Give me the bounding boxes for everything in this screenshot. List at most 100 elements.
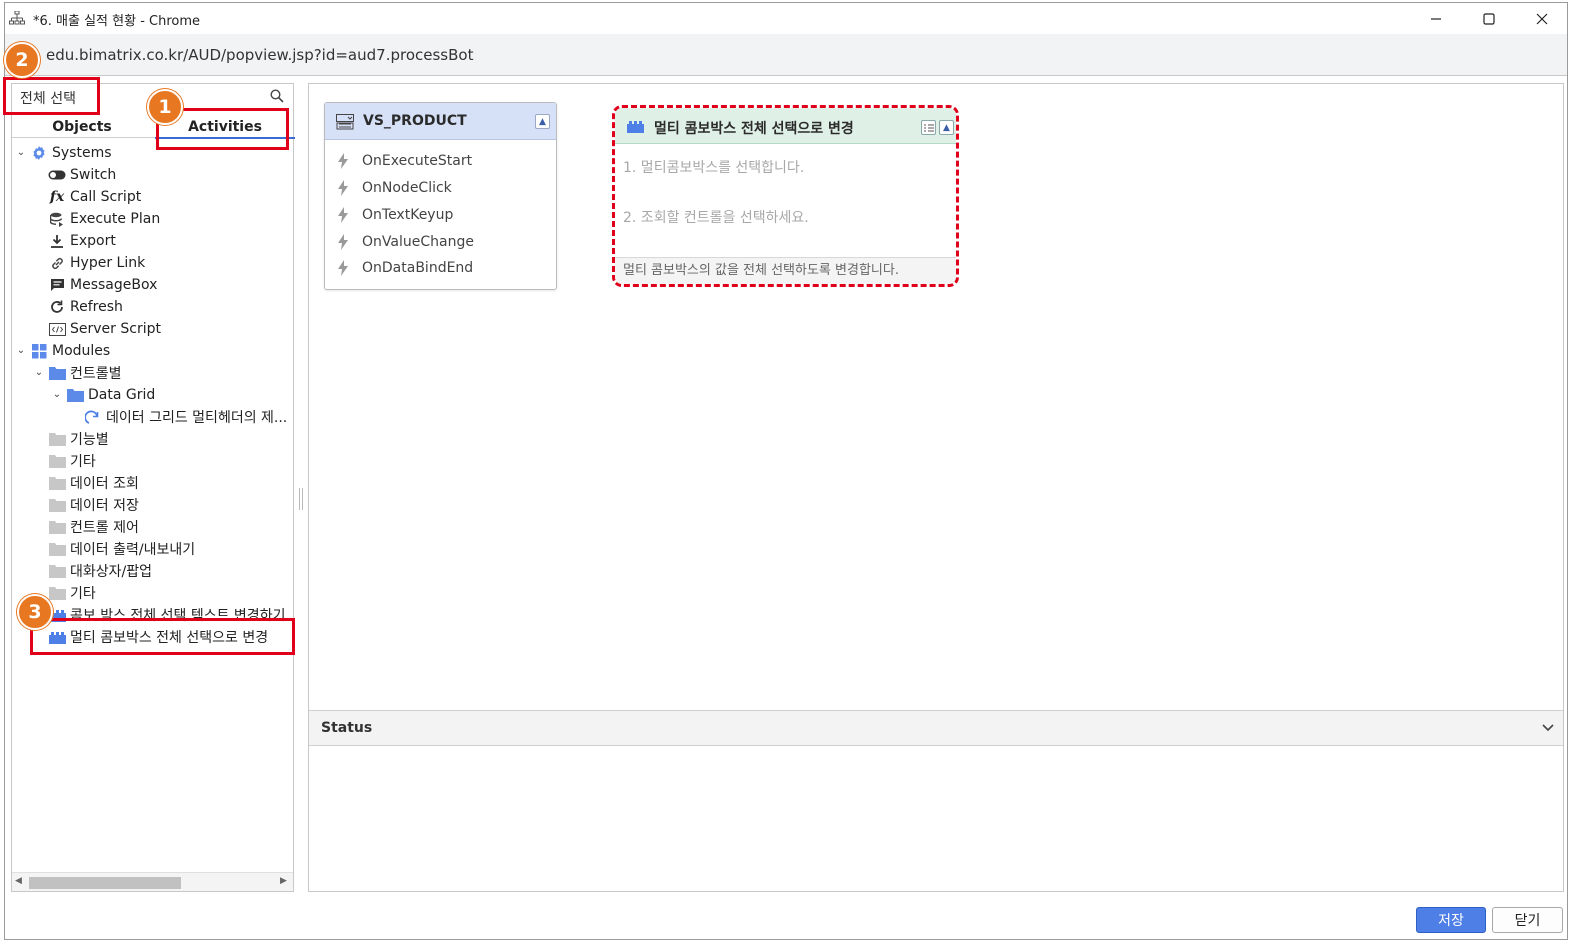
list-icon[interactable] (921, 120, 936, 135)
toggle-icon (48, 167, 66, 183)
folder-icon (66, 387, 84, 403)
event-on-data-bind-end[interactable]: OnDataBindEnd (337, 257, 473, 279)
tree-node-label: Modules (52, 343, 111, 359)
tree-folder-data-save[interactable]: 데이터 저장 (48, 494, 139, 516)
tree-item-export[interactable]: Export (48, 230, 116, 252)
horizontal-scrollbar[interactable]: ◀ ▶ (12, 872, 293, 891)
tree-item-label: Call Script (70, 189, 142, 205)
maximize-button[interactable] (1464, 3, 1514, 34)
tree-folder-label: 컨트롤별 (70, 366, 122, 382)
folder-icon (48, 563, 66, 579)
tree-folder-data-grid[interactable]: Data Grid (66, 384, 155, 406)
sitemap-icon (9, 10, 25, 29)
folder-icon (48, 365, 66, 381)
function-icon: fx (49, 189, 65, 205)
lightning-icon (337, 153, 351, 169)
close-button[interactable]: 닫기 (1492, 907, 1563, 933)
tree-item-label: Execute Plan (70, 211, 161, 227)
chevron-down-icon[interactable]: ⌄ (15, 147, 27, 158)
scroll-right-icon[interactable]: ▶ (280, 876, 287, 886)
search-icon[interactable] (270, 89, 284, 107)
close-window-button[interactable] (1517, 3, 1567, 34)
activity-node-multi-combo[interactable]: 멀티 콤보박스 전체 선택으로 변경 ▲ 1. 멀티콤보박스를 선택합니다. 2… (612, 105, 959, 287)
lightning-icon (337, 180, 351, 196)
panel-splitter[interactable] (299, 488, 303, 510)
process-canvas: VS_PRODUCT ▲ OnExecuteStart OnNodeClick … (308, 83, 1564, 892)
folder-icon (48, 541, 66, 557)
node-header: VS_PRODUCT ▲ (325, 103, 556, 140)
tree-folder-data-export[interactable]: 데이터 출력/내보내기 (48, 538, 195, 560)
tree-node-modules[interactable]: Modules (30, 340, 110, 362)
node-title: VS_PRODUCT (363, 113, 467, 129)
vs-product-node[interactable]: VS_PRODUCT ▲ OnExecuteStart OnNodeClick … (324, 102, 557, 290)
tree-folder-control[interactable]: 컨트롤 제어 (48, 516, 139, 538)
tree-folder-data-query[interactable]: 데이터 조회 (48, 472, 139, 494)
tree-item-label: 데이터 그리드 멀티헤더의 제... (106, 410, 288, 426)
collapse-icon[interactable]: ▲ (535, 114, 550, 129)
folder-icon (48, 453, 66, 469)
lightning-icon (337, 207, 351, 223)
tree-item-server-script[interactable]: Server Script (48, 318, 161, 340)
tree-folder-dialog[interactable]: 대화상자/팝업 (48, 560, 152, 582)
annotation-box-search (3, 77, 100, 115)
tree-item-messagebox[interactable]: MessageBox (48, 274, 157, 296)
tree-folder-etc-2[interactable]: 기타 (48, 582, 96, 604)
tree-item-data-grid-multiheader[interactable]: 데이터 그리드 멀티헤더의 제... (84, 406, 287, 428)
chevron-down-icon[interactable] (1541, 720, 1555, 738)
tree-folder-function[interactable]: 기능별 (48, 428, 109, 450)
annotation-badge-2: 2 (4, 42, 40, 78)
message-icon (48, 277, 66, 293)
event-label: OnTextKeyup (362, 207, 454, 223)
folder-icon (48, 585, 66, 601)
annotation-box-selected-item (30, 618, 295, 655)
gear-icon (30, 145, 48, 161)
chevron-down-icon[interactable]: ⌄ (51, 389, 63, 400)
tree-folder-etc[interactable]: 기타 (48, 450, 96, 472)
tree-item-label: Refresh (70, 299, 123, 315)
code-icon (48, 321, 66, 337)
chevron-down-icon[interactable]: ⌄ (15, 345, 27, 356)
chevron-down-icon[interactable]: ⌄ (33, 367, 45, 378)
scroll-left-icon[interactable]: ◀ (15, 876, 22, 886)
minimize-button[interactable] (1411, 3, 1461, 34)
event-on-execute-start[interactable]: OnExecuteStart (337, 150, 472, 172)
url-text[interactable]: edu.bimatrix.co.kr/AUD/popview.jsp?id=au… (46, 46, 473, 64)
title-bar: *6. 매출 실적 현황 - Chrome (5, 3, 1567, 34)
scrollbar-thumb[interactable] (29, 877, 181, 889)
database-icon (48, 211, 66, 227)
tree-folder-controls[interactable]: 컨트롤별 (48, 362, 122, 384)
activity-step[interactable]: 1. 멀티콤보박스를 선택합니다. (623, 157, 804, 177)
tree-item-refresh[interactable]: Refresh (48, 296, 123, 318)
tree-item-call-script[interactable]: fx Call Script (48, 186, 141, 208)
folder-icon (48, 431, 66, 447)
collapse-icon[interactable]: ▲ (939, 120, 954, 135)
tab-objects[interactable]: Objects (12, 117, 152, 139)
tree-item-label: Switch (70, 167, 117, 183)
event-on-value-change[interactable]: OnValueChange (337, 231, 474, 253)
node-title: 멀티 콤보박스 전체 선택으로 변경 (654, 121, 854, 137)
lightning-icon (337, 234, 351, 250)
tree-folder-label: 기타 (70, 586, 96, 602)
tree-folder-label: 기능별 (70, 432, 109, 448)
tree-item-label: MessageBox (70, 277, 158, 293)
tree-node-systems[interactable]: Systems (30, 142, 112, 164)
event-on-text-keyup[interactable]: OnTextKeyup (337, 204, 453, 226)
tree-folder-label: 대화상자/팝업 (70, 564, 152, 580)
tree-node-label: Systems (52, 145, 112, 161)
activity-step[interactable]: 2. 조회할 컨트롤을 선택하세요. (623, 207, 809, 227)
tree-item-hyper-link[interactable]: Hyper Link (48, 252, 145, 274)
tree-item-execute-plan[interactable]: Execute Plan (48, 208, 160, 230)
block-icon (627, 120, 644, 137)
event-label: OnValueChange (362, 234, 474, 250)
link-icon (48, 255, 66, 271)
folder-icon (48, 475, 66, 491)
event-on-node-click[interactable]: OnNodeClick (337, 177, 452, 199)
event-label: OnExecuteStart (362, 153, 473, 169)
annotation-badge-3: 3 (17, 594, 53, 630)
tree-item-switch[interactable]: Switch (48, 164, 116, 186)
event-label: OnDataBindEnd (362, 260, 474, 276)
lightning-icon (337, 260, 351, 276)
save-button[interactable]: 저장 (1416, 907, 1486, 933)
refresh-icon (48, 299, 66, 315)
status-panel-header[interactable]: Status (309, 710, 1563, 746)
